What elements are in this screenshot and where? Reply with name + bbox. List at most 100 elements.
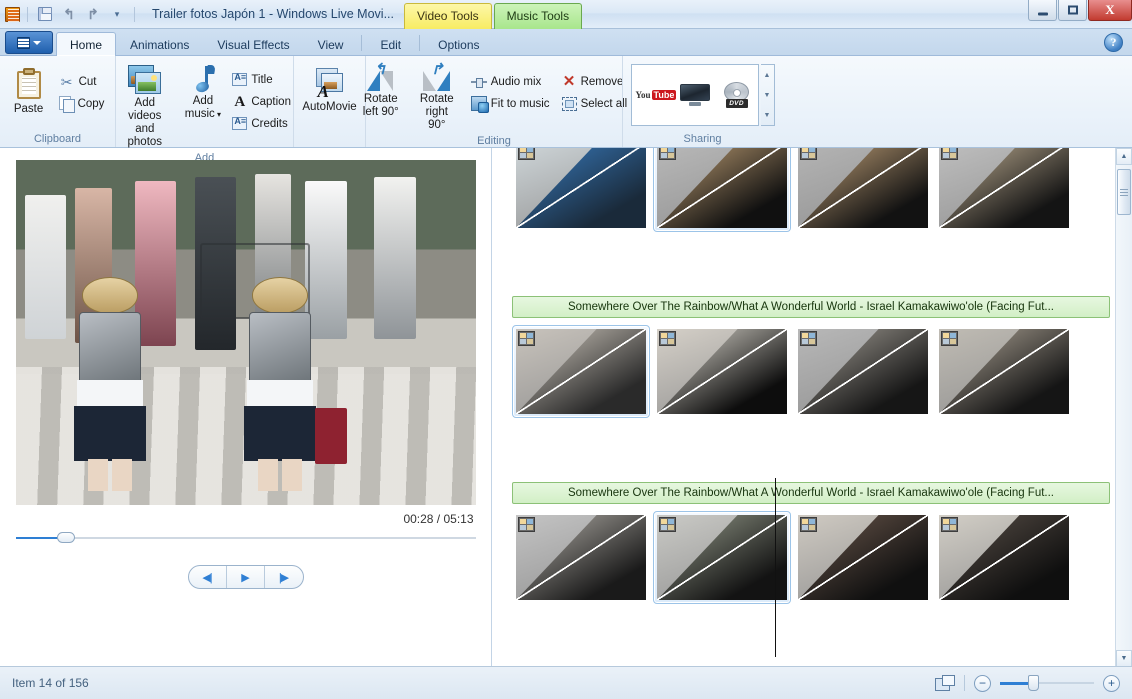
storyboard-clip[interactable]: [512, 148, 650, 232]
zoom-handle[interactable]: [1027, 675, 1039, 691]
zoom-in-button[interactable]: +: [1103, 674, 1120, 692]
storyboard-clip[interactable]: [794, 325, 932, 418]
caption-button[interactable]: A Caption: [228, 91, 297, 112]
credits-button[interactable]: Credits: [228, 113, 297, 134]
tab-options[interactable]: Options: [424, 32, 493, 56]
transition-divider: [798, 329, 928, 414]
redo-button[interactable]: ↱: [83, 4, 103, 24]
seek-bar[interactable]: [15, 531, 476, 545]
add-music-button[interactable]: Add music ▾: [180, 61, 227, 122]
close-button[interactable]: X: [1088, 0, 1132, 21]
storyboard-clip[interactable]: [935, 325, 1073, 418]
storyboard-clip[interactable]: [935, 148, 1073, 232]
scroll-down-icon[interactable]: ▼: [764, 92, 771, 99]
ribbon-group-editing: ↰ Rotate left 90° ↱ Rotate right 90° Aud…: [363, 56, 627, 147]
contextual-tab-music-tools[interactable]: Music Tools: [493, 2, 583, 29]
clip-thumbnail: [939, 148, 1069, 228]
scrollbar-thumb[interactable]: [1117, 169, 1131, 215]
contextual-tab-video-tools[interactable]: Video Tools: [404, 2, 492, 29]
zoom-out-button[interactable]: −: [974, 674, 991, 692]
rotate-right-button[interactable]: ↱ Rotate right 90°: [409, 61, 465, 133]
storyboard-scrollbar[interactable]: ▲ ▼: [1115, 148, 1132, 667]
copy-button[interactable]: Copy: [55, 93, 111, 114]
fit-to-music-icon: [470, 96, 489, 113]
sharing-gallery[interactable]: You Tube DVD: [630, 64, 759, 126]
storyboard-clip[interactable]: [653, 325, 791, 418]
gallery-scroll-controls[interactable]: ▲ ▼ ▼: [760, 64, 775, 126]
chevron-down-icon: ▾: [114, 8, 120, 19]
rotate-left-button[interactable]: ↰ Rotate left 90°: [355, 61, 407, 120]
storyboard-clip[interactable]: [512, 325, 650, 418]
storyboard-clip[interactable]: [794, 148, 932, 232]
add-videos-and-photos-button[interactable]: Add videos and photos: [112, 61, 177, 150]
tab-home[interactable]: Home: [56, 32, 117, 56]
save-button[interactable]: [35, 4, 55, 24]
storyboard-clip[interactable]: [653, 148, 791, 232]
fit-to-music-button[interactable]: Fit to music: [467, 93, 556, 114]
select-all-label: Select all: [580, 97, 628, 110]
cut-button[interactable]: ✂ Cut: [55, 71, 111, 92]
tab-visual-effects[interactable]: Visual Effects: [203, 32, 303, 56]
storyboard-clip[interactable]: [935, 511, 1073, 604]
help-icon[interactable]: ?: [1104, 33, 1123, 52]
file-menu-button[interactable]: [5, 31, 53, 54]
playhead-indicator[interactable]: [775, 478, 776, 657]
clip-thumbnail: [939, 515, 1069, 600]
previous-frame-button[interactable]: ◀|: [189, 566, 227, 588]
transition-icon: [800, 331, 817, 346]
tab-view[interactable]: View: [304, 32, 358, 56]
clip-thumbnail: [516, 515, 646, 600]
title-label: Title: [251, 73, 273, 86]
preview-frame-image: [15, 160, 476, 505]
automovie-button[interactable]: A AutoMovie: [295, 61, 363, 115]
thumbnail-size-icon[interactable]: [935, 675, 955, 691]
rotate-left-label-line2: left 90°: [362, 106, 399, 118]
share-display-button[interactable]: [677, 78, 713, 112]
gallery-expand-icon[interactable]: ▼: [764, 112, 771, 119]
storyboard-clip[interactable]: [794, 511, 932, 604]
ribbon-tab-strip: Home Animations Visual Effects View Edit…: [0, 29, 1132, 56]
divider: [361, 35, 363, 51]
status-bar: Item 14 of 156 − +: [0, 666, 1132, 699]
share-youtube-button[interactable]: You Tube: [635, 78, 677, 112]
credits-label: Credits: [251, 117, 288, 130]
close-icon: X: [1105, 2, 1115, 17]
transition-divider: [657, 515, 787, 600]
undo-button[interactable]: ↰: [59, 4, 79, 24]
share-dvd-button[interactable]: DVD: [719, 78, 755, 112]
scroll-down-button[interactable]: ▼: [1116, 650, 1132, 667]
title-button[interactable]: Title: [228, 69, 297, 90]
preview-video[interactable]: [15, 160, 476, 505]
customize-quick-access-button[interactable]: ▾: [107, 4, 127, 24]
storyboard-clip[interactable]: [653, 511, 791, 604]
tab-edit[interactable]: Edit: [366, 32, 415, 56]
group-label-clipboard: Clipboard: [33, 133, 82, 145]
storyboard-pane[interactable]: Somewhere Over The Rainbow/What A Wonder…: [492, 148, 1132, 667]
audio-mix-button[interactable]: Audio mix: [467, 71, 556, 92]
transition-divider: [798, 148, 928, 228]
select-all-icon: [561, 96, 577, 111]
paste-button[interactable]: Paste: [5, 61, 53, 117]
zoom-slider[interactable]: [1000, 675, 1094, 691]
play-button[interactable]: ▶: [227, 566, 265, 588]
scroll-up-icon[interactable]: ▲: [764, 72, 771, 79]
seek-handle[interactable]: [57, 532, 76, 543]
clip-thumbnail: [657, 148, 787, 228]
clip-row: [492, 511, 1132, 604]
next-frame-button[interactable]: |▶: [265, 566, 303, 588]
music-track-label[interactable]: Somewhere Over The Rainbow/What A Wonder…: [512, 296, 1110, 318]
maximize-button[interactable]: [1058, 0, 1087, 21]
transition-divider: [516, 329, 646, 414]
music-track-label[interactable]: Somewhere Over The Rainbow/What A Wonder…: [512, 482, 1110, 504]
add-videos-label-line1: Add videos: [128, 97, 162, 122]
paste-icon: [14, 68, 44, 100]
add-music-label-line1: Add: [192, 95, 214, 107]
storyboard-clip[interactable]: [512, 511, 650, 604]
transition-icon: [659, 517, 676, 532]
seek-track: [15, 537, 476, 539]
tab-animations[interactable]: Animations: [116, 32, 203, 56]
play-icon: ▶: [241, 571, 250, 584]
minimize-button[interactable]: [1028, 0, 1057, 21]
transition-icon: [800, 517, 817, 532]
scroll-up-button[interactable]: ▲: [1116, 148, 1132, 165]
